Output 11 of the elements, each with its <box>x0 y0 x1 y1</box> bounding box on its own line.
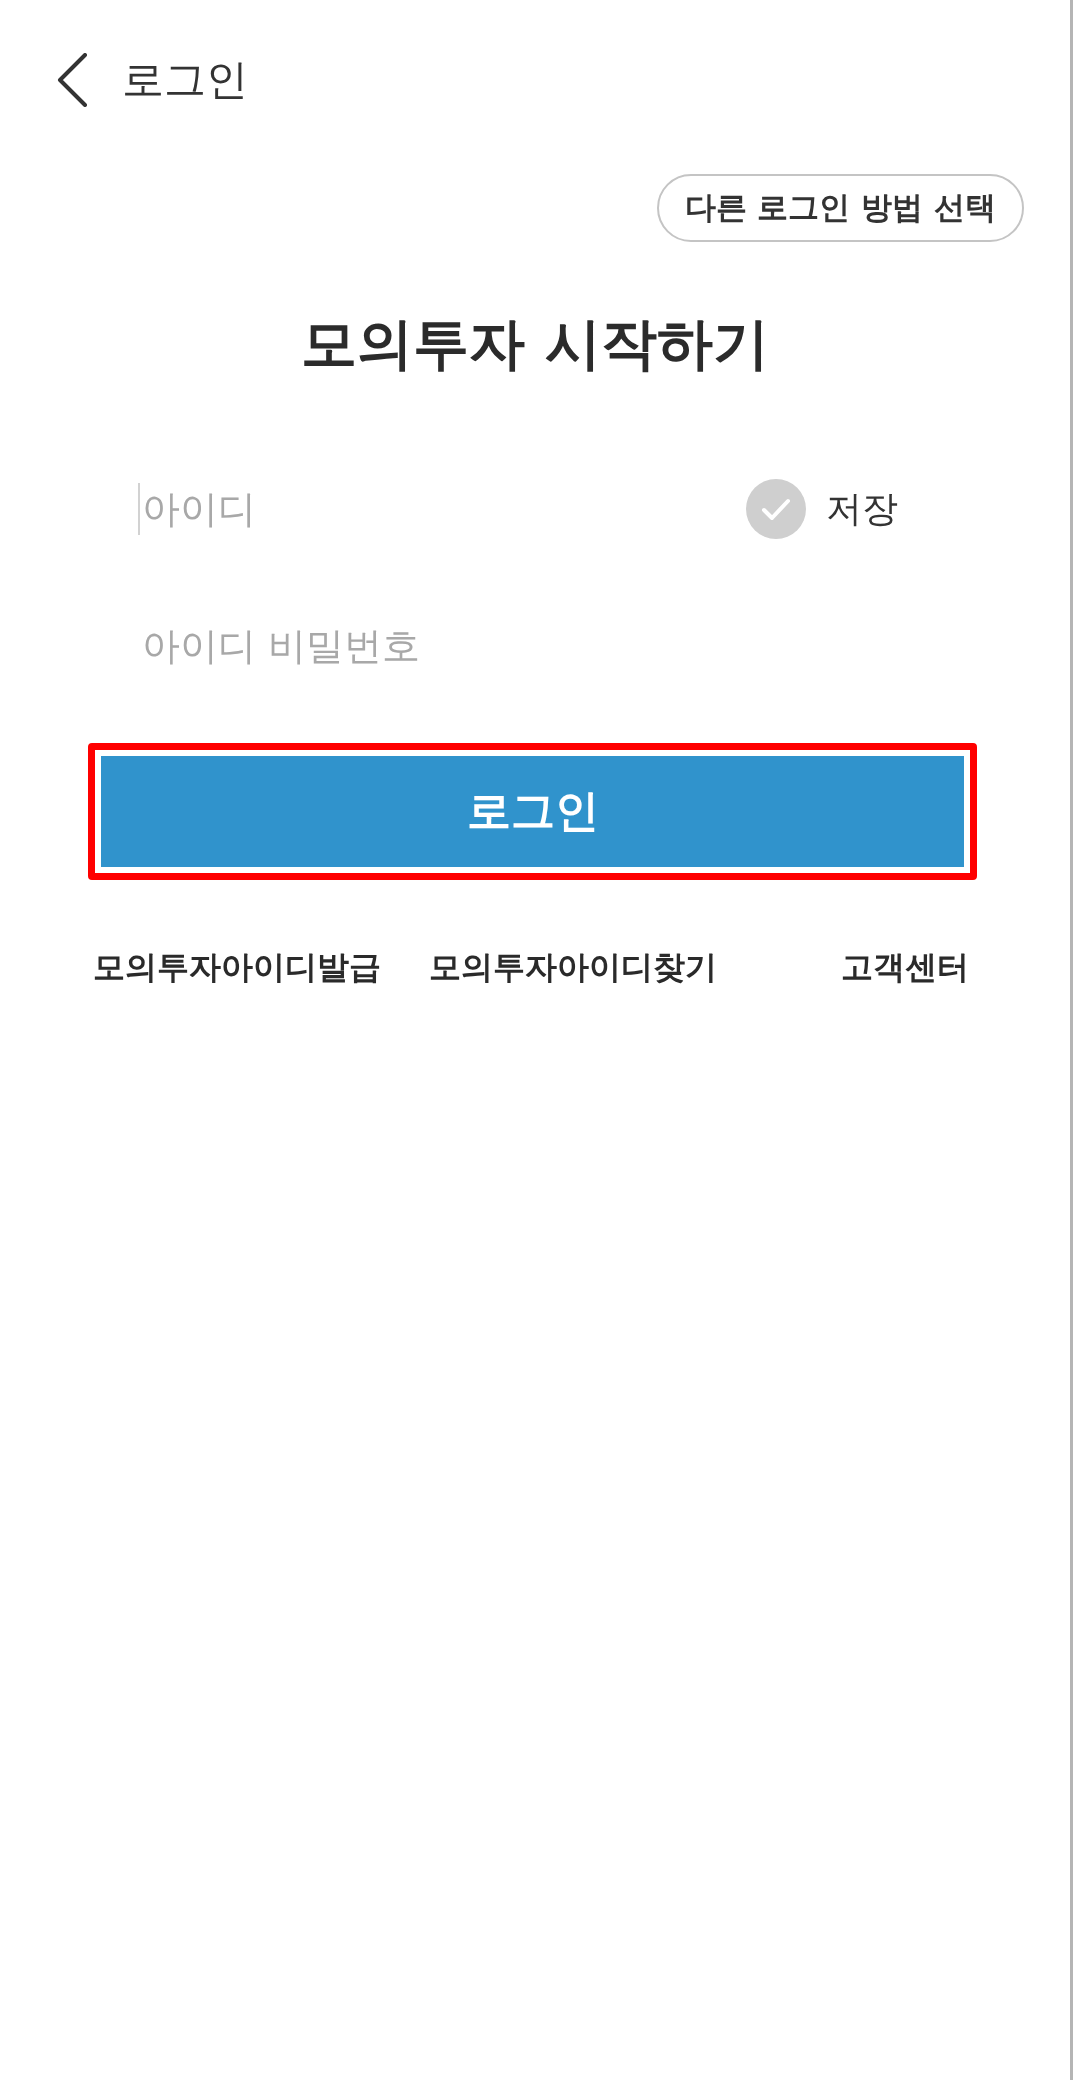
id-field[interactable]: 아이디 <box>138 483 746 535</box>
page-title: 로그인 <box>122 54 248 106</box>
login-method-button[interactable]: 다른 로그인 방법 선택 <box>656 174 1024 242</box>
footer-link[interactable]: 고객센터 <box>841 947 969 987</box>
chevron-left-icon <box>56 53 88 107</box>
save-id-checkbox[interactable]: 저장 <box>746 479 898 539</box>
password-field[interactable]: 아이디 비밀번호 <box>138 620 898 672</box>
footer-link[interactable]: 모의투자아이디찾기 <box>429 947 717 987</box>
footer-link[interactable]: 모의투자아이디발급 <box>93 947 381 987</box>
back-button[interactable] <box>56 53 88 107</box>
heading: 모의투자 시작하기 <box>300 310 770 378</box>
